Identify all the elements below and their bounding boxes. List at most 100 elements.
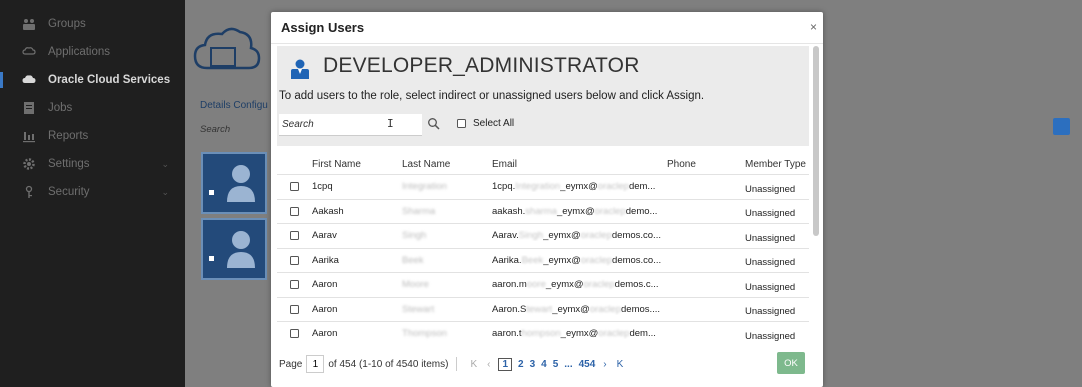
row-checkbox[interactable] xyxy=(290,329,299,339)
last-page-button[interactable]: K xyxy=(617,359,624,370)
email-part-redacted: Integration xyxy=(515,181,561,193)
email-part: Aaron.S xyxy=(492,303,527,315)
users-table: First Name Last Name Email Phone Member … xyxy=(277,154,809,346)
table-row[interactable]: 1cpq Integration 1cpq.Integration_eymx@o… xyxy=(277,174,809,199)
search-field[interactable] xyxy=(279,114,422,136)
role-name: DEVELOPER_ADMINISTRATOR xyxy=(323,54,640,77)
checkbox[interactable] xyxy=(457,119,466,128)
scrollbar[interactable] xyxy=(813,46,819,246)
last-name-cell: Beek xyxy=(402,254,424,266)
member-type-cell: Unassigned xyxy=(745,330,796,342)
close-icon[interactable]: × xyxy=(810,20,817,34)
column-last-name[interactable]: Last Name xyxy=(402,159,492,170)
first-name-cell: 1cpq xyxy=(312,181,333,193)
email-part-redacted: tewart xyxy=(526,303,553,315)
sidebar-item-settings[interactable]: Settings ⌄ xyxy=(0,150,185,178)
search-icon[interactable] xyxy=(427,117,441,131)
service-header xyxy=(185,10,275,90)
row-checkbox[interactable] xyxy=(290,255,299,265)
column-email[interactable]: Email xyxy=(492,159,667,170)
applications-icon xyxy=(22,45,36,59)
first-page-button[interactable]: K xyxy=(470,359,477,370)
last-name-cell: Moore xyxy=(402,279,429,291)
member-type-cell: Unassigned xyxy=(745,183,796,195)
row-checkbox[interactable] xyxy=(290,231,299,241)
email-part-redacted: oraclep xyxy=(589,303,621,315)
sidebar-item-groups[interactable]: Groups xyxy=(0,10,185,38)
page-link-4[interactable]: 4 xyxy=(541,359,547,370)
ok-button[interactable]: OK xyxy=(777,352,805,374)
sidebar-item-label: Groups xyxy=(48,18,86,30)
email-part: demos.co... xyxy=(612,254,662,266)
sidebar-item-jobs[interactable]: Jobs xyxy=(0,94,185,122)
page-link-2[interactable]: 2 xyxy=(518,359,524,370)
sidebar-item-security[interactable]: Security ⌄ xyxy=(0,178,185,206)
column-phone[interactable]: Phone xyxy=(667,159,745,170)
page-number-input[interactable] xyxy=(306,355,325,373)
column-member-type[interactable]: Member Type xyxy=(745,159,809,170)
member-type-cell: Unassigned xyxy=(745,306,796,318)
divider xyxy=(456,357,458,371)
user-role-icon xyxy=(291,59,309,79)
row-checkbox[interactable] xyxy=(290,206,299,216)
sidebar-item-label: Reports xyxy=(48,130,89,142)
row-checkbox[interactable] xyxy=(290,304,299,314)
row-checkbox[interactable] xyxy=(290,182,299,192)
last-name-cell: Thompson xyxy=(402,328,447,340)
email-part: aakash. xyxy=(492,205,526,217)
email-cell: Aarav.Singh_eymx@oraclepdemos.co... xyxy=(492,230,667,241)
email-part: dem... xyxy=(628,181,656,193)
sidebar-item-oracle-cloud-services[interactable]: Oracle Cloud Services xyxy=(0,66,185,94)
column-first-name[interactable]: First Name xyxy=(312,159,402,170)
email-cell: aakash.sharma_eymx@oraclepdemo... xyxy=(492,206,667,217)
first-name-cell: Aakash xyxy=(312,205,344,217)
email-part: demos.co... xyxy=(611,230,661,242)
select-all-checkbox[interactable]: Select All xyxy=(457,118,514,129)
assign-users-dialog: Assign Users × DEVELOPER_ADMINISTRATOR T… xyxy=(271,12,823,387)
row-checkbox[interactable] xyxy=(290,280,299,290)
table-row[interactable]: Aarav Singh Aarav.Singh_eymx@oraclepdemo… xyxy=(277,223,809,248)
role-card-icon xyxy=(209,231,255,268)
last-name-cell: Integration xyxy=(402,181,447,193)
dialog-header: Assign Users xyxy=(271,12,823,44)
sidebar-item-reports[interactable]: Reports xyxy=(0,122,185,150)
table-row[interactable]: Aaron Thompson aaron.thompson_eymx@oracl… xyxy=(277,321,809,346)
table-row[interactable]: Aakash Sharma aakash.sharma_eymx@oraclep… xyxy=(277,198,809,224)
member-type-cell: Unassigned xyxy=(745,208,796,220)
sidebar-item-applications[interactable]: Applications xyxy=(0,38,185,66)
email-part-redacted: Singh xyxy=(518,230,544,242)
scrollbar-thumb[interactable] xyxy=(813,46,819,236)
previous-page-button[interactable]: ‹ xyxy=(487,359,490,370)
sidebar-item-label: Settings xyxy=(48,158,90,170)
reports-icon xyxy=(22,129,36,143)
next-page-button[interactable]: › xyxy=(603,359,606,370)
member-type-cell: Unassigned xyxy=(745,281,796,293)
settings-icon xyxy=(22,157,36,171)
email-part: Aarav. xyxy=(492,230,519,242)
last-name-cell: Stewart xyxy=(402,303,435,315)
page-link-last[interactable]: 454 xyxy=(579,359,596,370)
email-part-redacted: Beek xyxy=(521,254,544,266)
list-view-button[interactable] xyxy=(1053,118,1070,135)
text-cursor-icon: I xyxy=(387,117,394,130)
table-row[interactable]: Aarika Beek Aarika.Beek_eymx@oraclepdemo… xyxy=(277,247,809,273)
table-row[interactable]: Aaron Moore aaron.moore_eymx@oraclepdemo… xyxy=(277,272,809,297)
page-link-1[interactable]: 1 xyxy=(498,357,513,371)
last-name-cell: Singh xyxy=(402,230,427,242)
dialog-body: DEVELOPER_ADMINISTRATOR To add users to … xyxy=(277,46,809,387)
email-part: demo... xyxy=(625,205,658,217)
first-name-cell: Aarika xyxy=(312,254,339,266)
table-row[interactable]: Aaron Stewart Aaron.Stewart_eymx@oraclep… xyxy=(277,296,809,322)
email-part-redacted: hompson xyxy=(521,328,561,340)
page-link-5[interactable]: 5 xyxy=(553,359,559,370)
sidebar-item-label: Oracle Cloud Services xyxy=(48,74,171,86)
email-cell: aaron.thompson_eymx@oraclepdem... xyxy=(492,328,667,339)
sidebar: Groups Applications Oracle Cloud Service… xyxy=(0,0,185,387)
email-part-redacted: oraclep xyxy=(580,254,613,266)
first-name-cell: Aarav xyxy=(312,230,337,242)
search-input[interactable] xyxy=(279,114,422,135)
sidebar-item-label: Jobs xyxy=(48,102,73,114)
page-count-text: of 454 (1-10 of 4540 items) xyxy=(328,358,449,370)
cloud-icon xyxy=(22,73,36,87)
page-link-3[interactable]: 3 xyxy=(530,359,536,370)
